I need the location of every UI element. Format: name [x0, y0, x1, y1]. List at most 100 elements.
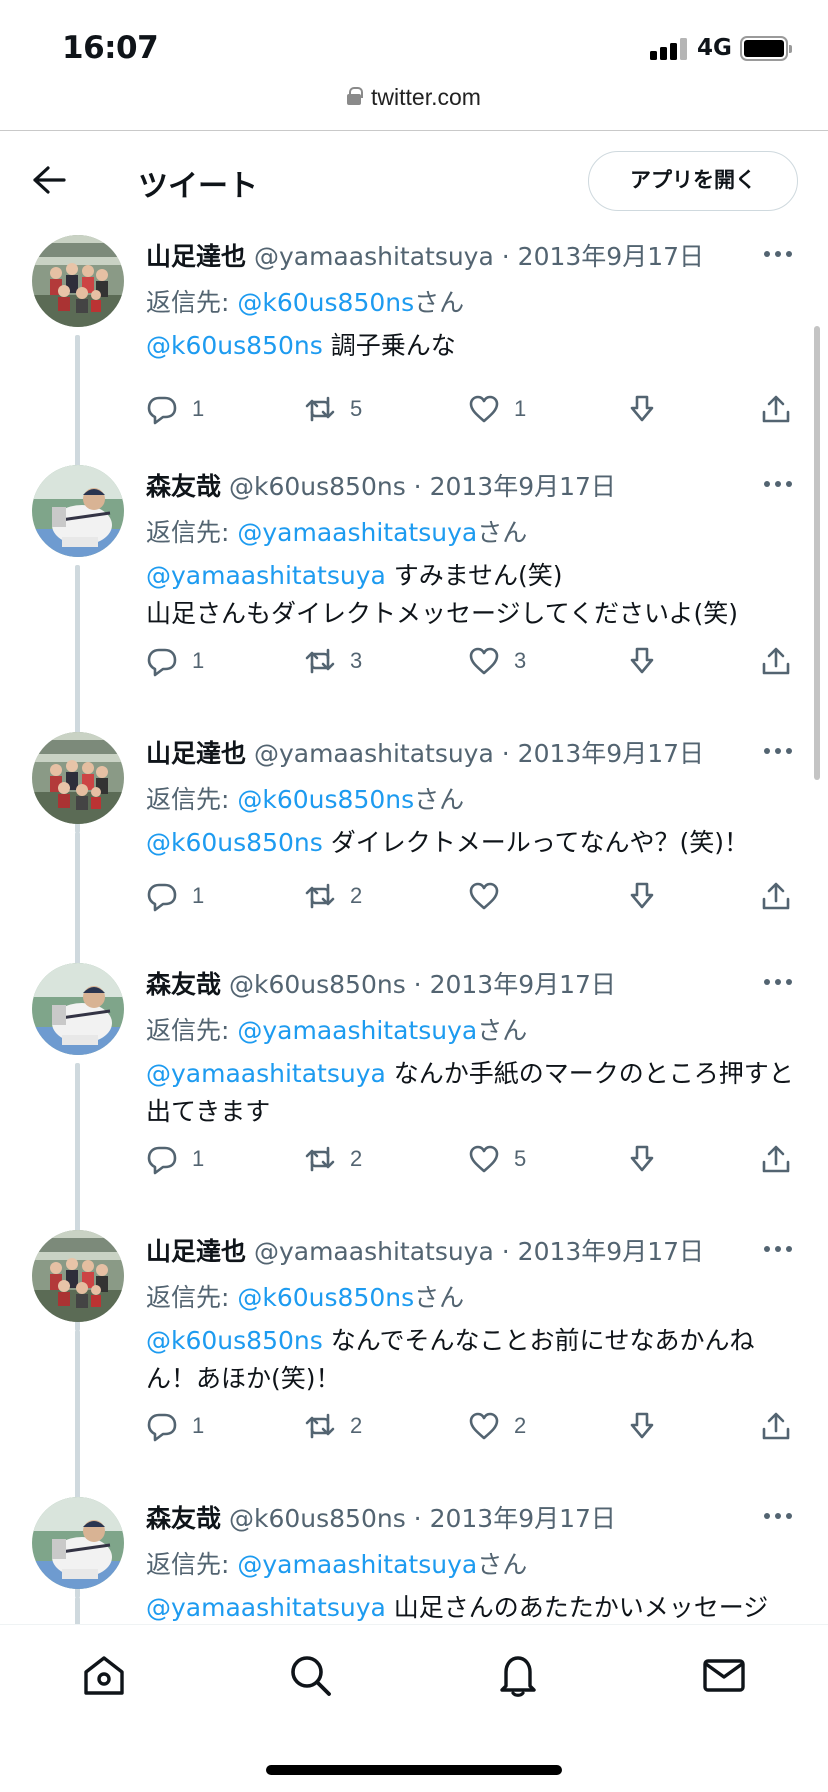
mention-link[interactable]: @k60us850ns [146, 828, 323, 857]
reply-count: 1 [192, 883, 205, 908]
like-button[interactable]: 3 [468, 641, 526, 681]
author-handle[interactable]: @k60us850ns [229, 472, 406, 501]
download-button[interactable] [626, 876, 658, 916]
reply-to-link[interactable]: @yamaashitatsuya [237, 1016, 477, 1045]
mention-link[interactable]: @k60us850ns [146, 331, 323, 360]
reply-to-link[interactable]: @yamaashitatsuya [237, 1550, 477, 1579]
retweet-button[interactable]: 5 [304, 389, 362, 429]
more-options-icon[interactable] [764, 1505, 794, 1525]
more-options-icon[interactable] [764, 1238, 794, 1258]
like-button[interactable]: 1 [468, 389, 526, 429]
tweet-header: 山足達也 @yamaashitatsuya · 2013年9月17日 [146, 1232, 704, 1268]
reply-to-link[interactable]: @k60us850ns [237, 288, 414, 317]
author-handle[interactable]: @yamaashitatsuya [254, 242, 494, 271]
browser-url-bar[interactable]: twitter.com [0, 84, 828, 130]
tweet-date[interactable]: · 2013年9月17日 [414, 472, 616, 501]
tweet-date[interactable]: · 2013年9月17日 [414, 970, 616, 999]
share-icon [762, 1412, 790, 1440]
mention-link[interactable]: @yamaashitatsuya [146, 561, 386, 590]
author-handle[interactable]: @yamaashitatsuya [254, 739, 494, 768]
avatar[interactable] [32, 732, 124, 824]
retweet-icon [305, 396, 335, 422]
heart-icon [469, 882, 499, 910]
replying-to: 返信先: @k60us850nsさん [146, 283, 464, 319]
author-name[interactable]: 山足達也 [146, 242, 246, 271]
download-button[interactable] [626, 1139, 658, 1179]
replying-to: 返信先: @k60us850nsさん [146, 1278, 464, 1314]
more-options-icon[interactable] [764, 473, 794, 493]
reply-button[interactable]: 1 [146, 876, 204, 916]
tweet-date[interactable]: · 2013年9月17日 [502, 242, 704, 271]
retweet-count: 5 [350, 396, 363, 421]
mention-link[interactable]: @yamaashitatsuya [146, 1593, 386, 1622]
author-name[interactable]: 山足達也 [146, 1237, 246, 1266]
tweet-date[interactable]: · 2013年9月17日 [502, 1237, 704, 1266]
more-options-icon[interactable] [764, 243, 794, 263]
author-handle[interactable]: @k60us850ns [229, 970, 406, 999]
share-button[interactable] [760, 1406, 792, 1446]
reply-to-link[interactable]: @yamaashitatsuya [237, 518, 477, 547]
reply-suffix: さん [414, 1283, 465, 1312]
reply-to-link[interactable]: @k60us850ns [237, 785, 414, 814]
tweet-header: 森友哉 @k60us850ns · 2013年9月17日 [146, 1499, 616, 1535]
share-button[interactable] [760, 389, 792, 429]
tweet-text: @k60us850ns ダイレクトメールってなんや？(笑)！ [146, 824, 796, 862]
retweet-button[interactable]: 2 [304, 876, 362, 916]
author-name[interactable]: 山足達也 [146, 739, 246, 768]
reply-prefix: 返信先: [146, 1283, 238, 1312]
author-handle[interactable]: @k60us850ns [229, 1504, 406, 1533]
back-arrow-icon[interactable] [32, 165, 66, 195]
author-name[interactable]: 森友哉 [146, 970, 221, 999]
like-button[interactable] [468, 876, 514, 916]
heart-icon [469, 1412, 499, 1440]
like-button[interactable]: 5 [468, 1139, 526, 1179]
download-button[interactable] [626, 389, 658, 429]
retweet-button[interactable]: 2 [304, 1406, 362, 1446]
tweet-date[interactable]: · 2013年9月17日 [502, 739, 704, 768]
retweet-button[interactable]: 2 [304, 1139, 362, 1179]
like-button[interactable]: 2 [468, 1406, 526, 1446]
reply-button[interactable]: 1 [146, 641, 204, 681]
retweet-count: 2 [350, 1146, 363, 1171]
open-app-button[interactable]: アプリを開く [588, 151, 798, 211]
lock-icon [347, 86, 364, 105]
share-icon [762, 1145, 790, 1173]
avatar[interactable] [32, 963, 124, 1055]
reply-count: 1 [192, 1413, 205, 1438]
avatar[interactable] [32, 1230, 124, 1322]
reply-prefix: 返信先: [146, 785, 238, 814]
search-icon[interactable] [286, 1651, 334, 1699]
like-count: 3 [514, 648, 527, 673]
retweet-icon [305, 1413, 335, 1439]
download-button[interactable] [626, 1406, 658, 1446]
author-name[interactable]: 森友哉 [146, 472, 221, 501]
reply-button[interactable]: 1 [146, 389, 204, 429]
bell-icon[interactable] [494, 1651, 542, 1699]
reply-button[interactable]: 1 [146, 1139, 204, 1179]
avatar[interactable] [32, 1497, 124, 1589]
tweet-body: ダイレクトメールってなんや？(笑)！ [322, 828, 749, 857]
like-count: 5 [514, 1146, 527, 1171]
author-handle[interactable]: @yamaashitatsuya [254, 1237, 494, 1266]
reply-to-link[interactable]: @k60us850ns [237, 1283, 414, 1312]
avatar[interactable] [32, 235, 124, 327]
share-button[interactable] [760, 876, 792, 916]
avatar[interactable] [32, 465, 124, 557]
mention-link[interactable]: @k60us850ns [146, 1326, 323, 1355]
more-options-icon[interactable] [764, 971, 794, 991]
share-button[interactable] [760, 1139, 792, 1179]
mail-icon[interactable] [700, 1651, 748, 1699]
page-title: ツイート [138, 169, 258, 204]
more-options-icon[interactable] [764, 740, 794, 760]
heart-icon [469, 647, 499, 675]
author-name[interactable]: 森友哉 [146, 1504, 221, 1533]
reply-button[interactable]: 1 [146, 1406, 204, 1446]
mention-link[interactable]: @yamaashitatsuya [146, 1059, 386, 1088]
scrollbar[interactable] [814, 326, 820, 780]
retweet-button[interactable]: 3 [304, 641, 362, 681]
share-button[interactable] [760, 641, 792, 681]
home-indicator [266, 1765, 562, 1775]
home-icon[interactable] [80, 1651, 128, 1699]
download-button[interactable] [626, 641, 658, 681]
tweet-date[interactable]: · 2013年9月17日 [414, 1504, 616, 1533]
